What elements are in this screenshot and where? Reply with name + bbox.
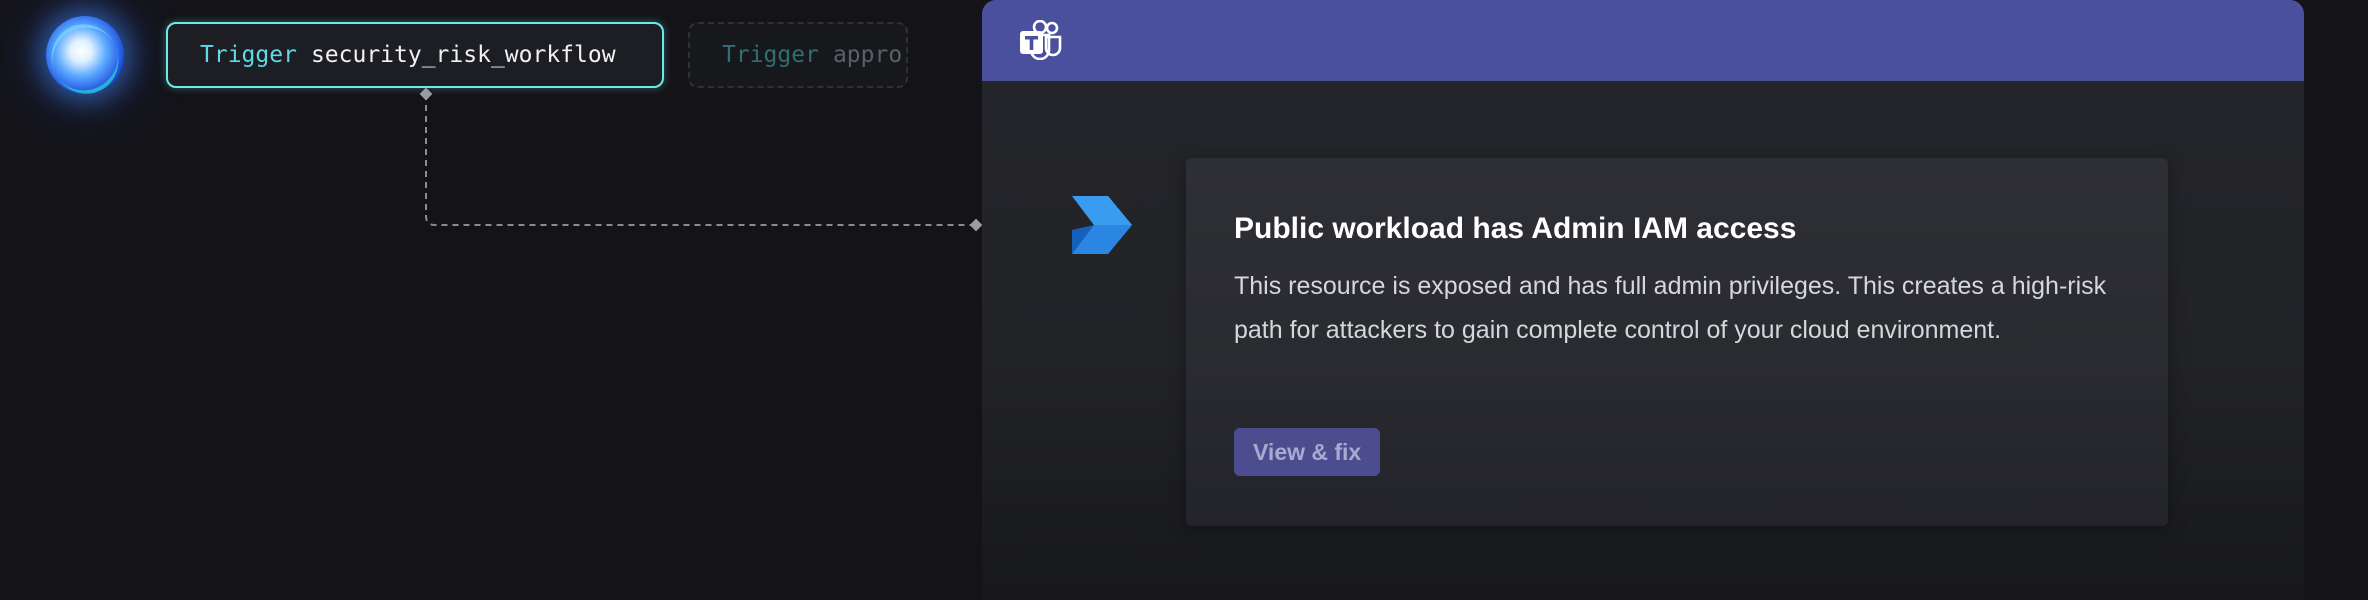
trigger-keyword: Trigger [722,42,819,68]
notification-title: Public workload has Admin IAM access [1234,212,1797,245]
notification-body: This resource is exposed and has full ad… [1234,272,2107,344]
connector-end-dot [969,218,983,232]
trigger-ghost[interactable]: Trigger appro [688,22,908,88]
trigger-security-risk-workflow[interactable]: Trigger security_risk_workflow [166,22,664,88]
orb-logo-icon [46,16,124,94]
view-and-fix-button[interactable]: View & fix [1234,428,1381,476]
microsoft-teams-icon [1020,20,1062,60]
connector-start-dot [419,87,433,101]
notification-card: Public workload has Admin IAM access Thi… [1186,158,2168,526]
trigger-keyword: Trigger [200,42,297,68]
trigger-workflow-name: appro [832,42,903,68]
teams-header [982,0,2304,81]
teams-panel: Public workload has Admin IAM access Thi… [982,0,2304,600]
azure-bot-icon [1072,196,1132,254]
canvas: Trigger security_risk_workflow Trigger a… [0,0,2368,600]
trigger-workflow-name: security_risk_workflow [310,42,616,68]
